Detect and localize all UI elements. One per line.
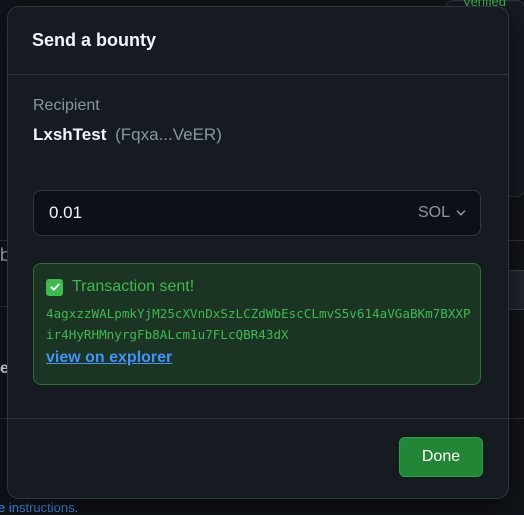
transaction-status-box: Transaction sent! 4agxzzWALpmkYjM25cXVnD… — [33, 263, 481, 385]
background-instructions-link: e instructions. — [0, 500, 79, 515]
recipient-name: LxshTest — [33, 125, 107, 144]
currency-label: SOL — [417, 204, 450, 221]
transaction-hash: 4agxzzWALpmkYjM25cXVnDxSzLCZdWbEscCLmvS5… — [46, 306, 471, 342]
status-line: Transaction sent! — [46, 278, 468, 296]
chevron-down-icon — [456, 210, 466, 216]
recipient-section: Recipient LxshTest (Fqxa...VeER) — [8, 75, 508, 145]
dialog-footer: Done — [8, 418, 508, 498]
done-button[interactable]: Done — [399, 437, 483, 477]
recipient-label: Recipient — [33, 97, 100, 114]
amount-value[interactable]: 0.01 — [49, 203, 82, 223]
dialog-title: Send a bounty — [32, 30, 157, 50]
view-on-explorer-link[interactable]: view on explorer — [46, 349, 172, 367]
amount-input[interactable]: 0.01 SOL — [33, 190, 481, 236]
send-bounty-dialog: Send a bounty Recipient LxshTest (Fqxa..… — [7, 6, 509, 499]
recipient-row: LxshTest (Fqxa...VeER) — [33, 125, 483, 145]
checkmark-icon — [46, 278, 63, 296]
currency-select[interactable]: SOL — [418, 204, 466, 222]
status-message: Transaction sent! — [72, 278, 195, 295]
dialog-header: Send a bounty — [8, 7, 508, 75]
recipient-address: (Fqxa...VeER) — [115, 125, 222, 144]
